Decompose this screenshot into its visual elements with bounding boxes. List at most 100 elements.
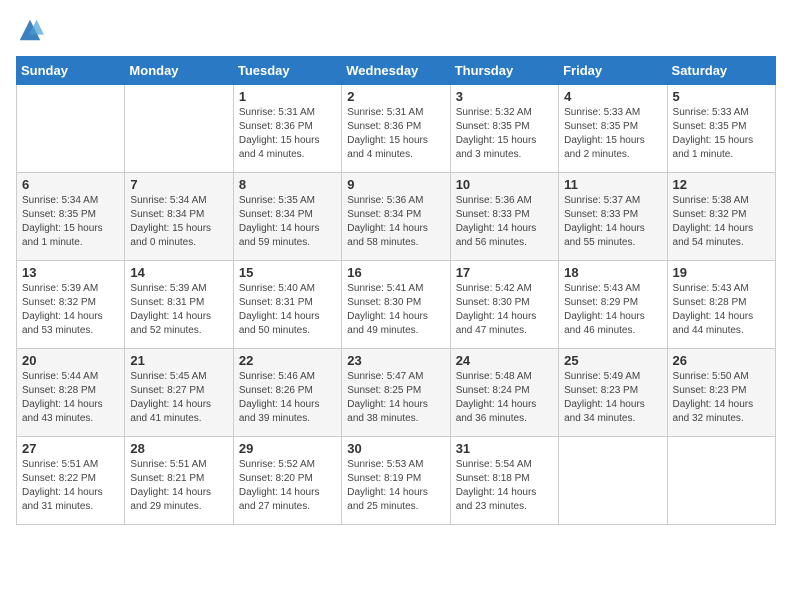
day-number: 24 (456, 353, 553, 368)
cell-week3-day1: 14 Sunrise: 5:39 AM Sunset: 8:31 PM Dayli… (125, 261, 233, 349)
cell-week1-day6: 5Sunrise: 5:33 AM Sunset: 8:35 PM Daylig… (667, 85, 775, 173)
cell-content: Sunrise: 5:34 AM Sunset: 8:34 PM Dayligh… (130, 194, 227, 250)
week-row-5: 27 Sunrise: 5:51 AM Sunset: 8:22 PM Dayli… (17, 437, 776, 525)
cell-week1-day2: 1Sunrise: 5:31 AM Sunset: 8:36 PM Daylig… (233, 85, 341, 173)
cell-week2-day0: 6 Sunrise: 5:34 AM Sunset: 8:35 PM Daylig… (17, 173, 125, 261)
day-number: 13 (22, 265, 119, 280)
cell-content: Sunrise: 5:43 AM Sunset: 8:28 PM Dayligh… (673, 282, 770, 338)
day-number: 21 (130, 353, 227, 368)
day-number: 17 (456, 265, 553, 280)
cell-week3-day5: 18Sunrise: 5:43 AM Sunset: 8:29 PM Dayli… (559, 261, 667, 349)
cell-content: Sunrise: 5:36 AM Sunset: 8:33 PM Dayligh… (456, 194, 553, 250)
cell-week5-day4: 31 Sunrise: 5:54 AM Sunset: 8:18 PM Dayli… (450, 437, 558, 525)
day-number: 30 (347, 441, 444, 456)
cell-week5-day5 (559, 437, 667, 525)
header-thursday: Thursday (450, 57, 558, 85)
cell-week4-day5: 25 Sunrise: 5:49 AM Sunset: 8:23 PM Dayli… (559, 349, 667, 437)
cell-week1-day0 (17, 85, 125, 173)
day-number: 31 (456, 441, 553, 456)
cell-content: Sunrise: 5:54 AM Sunset: 8:18 PM Dayligh… (456, 458, 553, 514)
cell-week3-day4: 17 Sunrise: 5:42 AM Sunset: 8:30 PM Dayli… (450, 261, 558, 349)
cell-week2-day3: 9 Sunrise: 5:36 AM Sunset: 8:34 PM Daylig… (342, 173, 450, 261)
day-number: 1 (239, 89, 336, 104)
cell-content: Sunrise: 5:35 AM Sunset: 8:34 PM Dayligh… (239, 194, 336, 250)
header-monday: Monday (125, 57, 233, 85)
day-number: 20 (22, 353, 119, 368)
cell-week5-day1: 28 Sunrise: 5:51 AM Sunset: 8:21 PM Dayli… (125, 437, 233, 525)
day-number: 2 (347, 89, 444, 104)
cell-week1-day3: 2 Sunrise: 5:31 AM Sunset: 8:36 PM Daylig… (342, 85, 450, 173)
cell-week4-day6: 26 Sunrise: 5:50 AM Sunset: 8:23 PM Dayli… (667, 349, 775, 437)
cell-week3-day0: 13Sunrise: 5:39 AM Sunset: 8:32 PM Dayli… (17, 261, 125, 349)
cell-week2-day4: 10 Sunrise: 5:36 AM Sunset: 8:33 PM Dayli… (450, 173, 558, 261)
cell-content: Sunrise: 5:33 AM Sunset: 8:35 PM Dayligh… (564, 106, 661, 162)
cell-week2-day5: 11Sunrise: 5:37 AM Sunset: 8:33 PM Dayli… (559, 173, 667, 261)
day-number: 25 (564, 353, 661, 368)
day-number: 16 (347, 265, 444, 280)
cell-week5-day0: 27 Sunrise: 5:51 AM Sunset: 8:22 PM Dayli… (17, 437, 125, 525)
day-number: 18 (564, 265, 661, 280)
cell-content: Sunrise: 5:49 AM Sunset: 8:23 PM Dayligh… (564, 370, 661, 426)
cell-week3-day2: 15 Sunrise: 5:40 AM Sunset: 8:31 PM Dayli… (233, 261, 341, 349)
week-row-3: 13Sunrise: 5:39 AM Sunset: 8:32 PM Dayli… (17, 261, 776, 349)
day-number: 6 (22, 177, 119, 192)
day-number: 28 (130, 441, 227, 456)
cell-content: Sunrise: 5:40 AM Sunset: 8:31 PM Dayligh… (239, 282, 336, 338)
cell-content: Sunrise: 5:51 AM Sunset: 8:22 PM Dayligh… (22, 458, 119, 514)
cell-content: Sunrise: 5:39 AM Sunset: 8:31 PM Dayligh… (130, 282, 227, 338)
cell-week2-day2: 8Sunrise: 5:35 AM Sunset: 8:34 PM Daylig… (233, 173, 341, 261)
cell-content: Sunrise: 5:33 AM Sunset: 8:35 PM Dayligh… (673, 106, 770, 162)
day-number: 23 (347, 353, 444, 368)
cell-content: Sunrise: 5:32 AM Sunset: 8:35 PM Dayligh… (456, 106, 553, 162)
day-number: 19 (673, 265, 770, 280)
cell-content: Sunrise: 5:41 AM Sunset: 8:30 PM Dayligh… (347, 282, 444, 338)
cell-content: Sunrise: 5:53 AM Sunset: 8:19 PM Dayligh… (347, 458, 444, 514)
cell-week1-day5: 4 Sunrise: 5:33 AM Sunset: 8:35 PM Daylig… (559, 85, 667, 173)
cell-week5-day3: 30 Sunrise: 5:53 AM Sunset: 8:19 PM Dayli… (342, 437, 450, 525)
cell-week1-day1 (125, 85, 233, 173)
cell-content: Sunrise: 5:50 AM Sunset: 8:23 PM Dayligh… (673, 370, 770, 426)
day-number: 9 (347, 177, 444, 192)
header-saturday: Saturday (667, 57, 775, 85)
cell-week2-day1: 7Sunrise: 5:34 AM Sunset: 8:34 PM Daylig… (125, 173, 233, 261)
cell-week3-day6: 19 Sunrise: 5:43 AM Sunset: 8:28 PM Dayli… (667, 261, 775, 349)
week-row-1: 1 Sunrise: 5:31 AM Sunset: 8:36 PM Daylig… (17, 85, 776, 173)
day-number: 29 (239, 441, 336, 456)
page-header (16, 16, 776, 44)
cell-week3-day3: 16 Sunrise: 5:41 AM Sunset: 8:30 PM Dayli… (342, 261, 450, 349)
day-number: 22 (239, 353, 336, 368)
cell-content: Sunrise: 5:47 AM Sunset: 8:25 PM Dayligh… (347, 370, 444, 426)
day-number: 11 (564, 177, 661, 192)
cell-week2-day6: 12 Sunrise: 5:38 AM Sunset: 8:32 PM Dayli… (667, 173, 775, 261)
cell-content: Sunrise: 5:38 AM Sunset: 8:32 PM Dayligh… (673, 194, 770, 250)
week-row-4: 20 Sunrise: 5:44 AM Sunset: 8:28 PM Dayli… (17, 349, 776, 437)
cell-week5-day2: 29 Sunrise: 5:52 AM Sunset: 8:20 PM Dayli… (233, 437, 341, 525)
cell-week4-day0: 20 Sunrise: 5:44 AM Sunset: 8:28 PM Dayli… (17, 349, 125, 437)
cell-week5-day6 (667, 437, 775, 525)
day-number: 4 (564, 89, 661, 104)
cell-week1-day4: 3 Sunrise: 5:32 AM Sunset: 8:35 PM Daylig… (450, 85, 558, 173)
cell-week4-day2: 22 Sunrise: 5:46 AM Sunset: 8:26 PM Dayli… (233, 349, 341, 437)
cell-content: Sunrise: 5:44 AM Sunset: 8:28 PM Dayligh… (22, 370, 119, 426)
cell-content: Sunrise: 5:36 AM Sunset: 8:34 PM Dayligh… (347, 194, 444, 250)
day-number: 27 (22, 441, 119, 456)
logo (16, 16, 48, 44)
cell-content: Sunrise: 5:48 AM Sunset: 8:24 PM Dayligh… (456, 370, 553, 426)
day-number: 26 (673, 353, 770, 368)
cell-content: Sunrise: 5:42 AM Sunset: 8:30 PM Dayligh… (456, 282, 553, 338)
logo-icon (16, 16, 44, 44)
cell-week4-day4: 24 Sunrise: 5:48 AM Sunset: 8:24 PM Dayli… (450, 349, 558, 437)
day-number: 3 (456, 89, 553, 104)
day-number: 10 (456, 177, 553, 192)
header-wednesday: Wednesday (342, 57, 450, 85)
cell-content: Sunrise: 5:52 AM Sunset: 8:20 PM Dayligh… (239, 458, 336, 514)
cell-content: Sunrise: 5:31 AM Sunset: 8:36 PM Dayligh… (347, 106, 444, 162)
cell-content: Sunrise: 5:46 AM Sunset: 8:26 PM Dayligh… (239, 370, 336, 426)
day-number: 15 (239, 265, 336, 280)
week-row-2: 6 Sunrise: 5:34 AM Sunset: 8:35 PM Daylig… (17, 173, 776, 261)
day-number: 12 (673, 177, 770, 192)
cell-week4-day3: 23 Sunrise: 5:47 AM Sunset: 8:25 PM Dayli… (342, 349, 450, 437)
cell-content: Sunrise: 5:34 AM Sunset: 8:35 PM Dayligh… (22, 194, 119, 250)
day-number: 14 (130, 265, 227, 280)
cell-content: Sunrise: 5:51 AM Sunset: 8:21 PM Dayligh… (130, 458, 227, 514)
